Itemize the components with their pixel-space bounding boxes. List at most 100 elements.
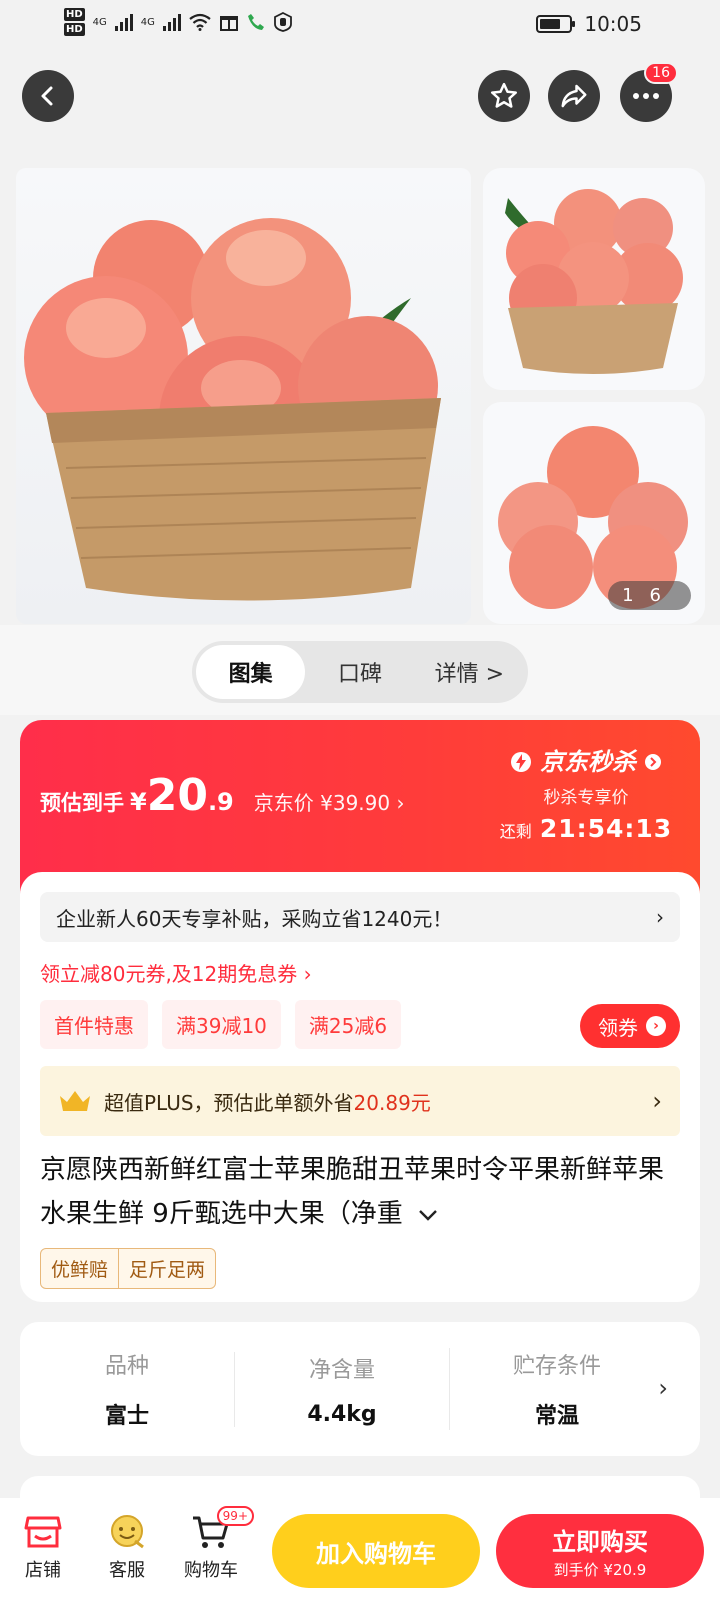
- gift-icon: [219, 16, 238, 31]
- spec-label: 品种: [104, 1354, 149, 1379]
- spec-value: 富士: [104, 1404, 149, 1429]
- more-dots-icon: [633, 93, 659, 99]
- network-label-1: 4G: [92, 16, 107, 28]
- more-button[interactable]: 16: [620, 62, 678, 122]
- apple-basket-thumbnail: [505, 189, 683, 374]
- plus-savings-amount: 20.89元: [353, 1090, 431, 1115]
- buy-now-button[interactable]: 立即购买 到手价 ¥20.9: [496, 1514, 704, 1588]
- seckill-block[interactable]: 京东秒杀 秒杀专享价 还剩 21:54:13: [486, 742, 686, 843]
- promo-tags: 首件特惠 满39减10 满25减6: [40, 1000, 402, 1049]
- seckill-title: 京东秒杀: [486, 742, 686, 777]
- favorite-button[interactable]: [478, 70, 530, 122]
- back-button[interactable]: [22, 70, 74, 122]
- price-line: 预估到手 ¥ 20 .9 京东价 ¥39.90 ›: [40, 770, 404, 821]
- cart-button[interactable]: 99+ 购物车: [176, 1506, 254, 1582]
- store-icon: [8, 1508, 78, 1556]
- status-right: 10:05: [536, 12, 642, 36]
- crown-icon: [60, 1091, 90, 1111]
- spec-label: 净含量: [308, 1357, 375, 1383]
- coupon-offer-link[interactable]: 领立减80元券,及12期免息券 ›: [40, 958, 312, 987]
- product-title: 京愿陕西新鲜红富士苹果脆甜丑苹果时令平果新鲜苹果水果生鲜 9斤甄选中大果（净重: [40, 1148, 680, 1236]
- spec-net-weight: 净含量 4.4kg: [234, 1351, 449, 1427]
- price-integer: 20: [146, 770, 208, 821]
- estimated-price-label: 预估到手: [40, 791, 124, 815]
- claim-coupon-button[interactable]: 领券 ›: [580, 1004, 680, 1048]
- chevron-right-icon: ›: [656, 905, 664, 929]
- spec-value: 4.4kg: [307, 1401, 377, 1427]
- store-label: 店铺: [25, 1560, 61, 1581]
- spec-label: 贮存条件: [512, 1354, 601, 1379]
- price-currency: ¥: [130, 788, 147, 816]
- cart-icon: 99+: [176, 1506, 254, 1556]
- add-to-cart-button[interactable]: 加入购物车: [272, 1514, 480, 1588]
- plus-savings-text: 超值PLUS，预估此单额外省: [104, 1090, 354, 1115]
- image-counter-total: 6: [649, 585, 677, 606]
- promo-tag: 首件特惠: [40, 1000, 148, 1049]
- wifi-icon: [189, 13, 211, 31]
- service-label: 客服: [109, 1560, 145, 1581]
- chevron-left-icon: [41, 86, 53, 106]
- message-count-badge: 16: [644, 62, 678, 84]
- service-tag: 优鲜赔: [51, 1259, 109, 1281]
- product-info-card: 企业新人60天专享补贴，采购立省1240元！ › 领立减80元券,及12期免息券…: [20, 872, 700, 1302]
- product-thumbnail-1[interactable]: [483, 168, 705, 390]
- plus-savings-bar[interactable]: 超值PLUS，预估此单额外省 20.89元 ›: [40, 1066, 680, 1136]
- cart-label: 购物车: [184, 1560, 238, 1581]
- tab-reviews[interactable]: 口碑: [305, 645, 414, 699]
- service-tag: 足斤足两: [118, 1249, 215, 1288]
- spec-storage: 贮存条件 常温: [449, 1348, 664, 1430]
- enterprise-subsidy-text: 企业新人60天专享补贴，采购立省1240元！: [56, 906, 453, 931]
- countdown-timer: 21:54:13: [539, 814, 673, 843]
- chevron-right-icon: ›: [652, 1087, 662, 1115]
- battery-icon: [536, 15, 576, 33]
- chevron-right-circle-icon: [645, 754, 662, 770]
- product-main-image[interactable]: [16, 168, 471, 624]
- apple-basket-image: [24, 218, 441, 601]
- seckill-countdown: 还剩 21:54:13: [486, 814, 686, 843]
- seckill-subtitle: 秒杀专享价: [543, 788, 629, 808]
- enterprise-subsidy-bar[interactable]: 企业新人60天专享补贴，采购立省1240元！ ›: [40, 892, 680, 942]
- image-counter-current: 1: [622, 585, 650, 606]
- share-icon: [561, 84, 587, 108]
- spec-value: 常温: [534, 1404, 579, 1429]
- star-icon: [491, 82, 517, 108]
- section-tabs: 图集 口碑 详情 >: [192, 641, 528, 703]
- signal-group: HD HD 4G 4G: [64, 8, 293, 36]
- service-face-icon: [92, 1508, 162, 1556]
- buy-now-label: 立即购买: [552, 1528, 648, 1556]
- seckill-title-text: 京东秒杀: [540, 748, 636, 776]
- jd-price-link[interactable]: 京东价 ¥39.90 ›: [254, 787, 405, 816]
- claim-coupon-label: 领券: [598, 1015, 638, 1040]
- signal-bars-icon: [114, 13, 133, 31]
- chevron-down-icon[interactable]: [417, 1208, 439, 1222]
- share-button[interactable]: [548, 70, 600, 122]
- chevron-right-icon: ›: [658, 1374, 668, 1402]
- spec-variety: 品种 富士: [20, 1348, 234, 1430]
- network-label-2: 4G: [140, 16, 155, 28]
- tab-details[interactable]: 详情 >: [415, 645, 524, 699]
- buy-now-price: 到手价 ¥20.9: [553, 1561, 647, 1579]
- promo-tag: 满39减10: [162, 1000, 281, 1049]
- signal-bars-icon: [162, 13, 181, 31]
- product-thumbnail-2[interactable]: 16: [483, 402, 705, 624]
- price-decimal: .9: [207, 788, 234, 816]
- lightning-icon: [510, 752, 531, 772]
- hd-icon-1: HD: [64, 8, 85, 21]
- hd-icon-2: HD: [64, 23, 85, 36]
- countdown-label: 还剩: [499, 822, 532, 841]
- product-title-text: 京愿陕西新鲜红富士苹果脆甜丑苹果时令平果新鲜苹果水果生鲜 9斤甄选中大果（净重: [40, 1155, 665, 1229]
- chevron-right-circle-icon: ›: [646, 1016, 666, 1036]
- customer-service-button[interactable]: 客服: [92, 1508, 162, 1582]
- status-bar: HD HD 4G 4G 10:05: [0, 0, 720, 50]
- spec-summary-card[interactable]: 品种 富士 净含量 4.4kg 贮存条件 常温 ›: [20, 1322, 700, 1456]
- store-button[interactable]: 店铺: [8, 1508, 78, 1582]
- phone-icon: [247, 14, 264, 30]
- promo-tag: 满25减6: [294, 1000, 402, 1049]
- hd-icons: HD HD: [64, 8, 85, 36]
- service-tags[interactable]: 优鲜赔 足斤足两: [40, 1248, 217, 1289]
- hand-shield-icon: [274, 12, 292, 32]
- cart-count-badge: 99+: [216, 1506, 254, 1526]
- clock: 10:05: [584, 12, 642, 36]
- tab-gallery[interactable]: 图集: [196, 645, 306, 699]
- image-counter: 16: [608, 581, 691, 610]
